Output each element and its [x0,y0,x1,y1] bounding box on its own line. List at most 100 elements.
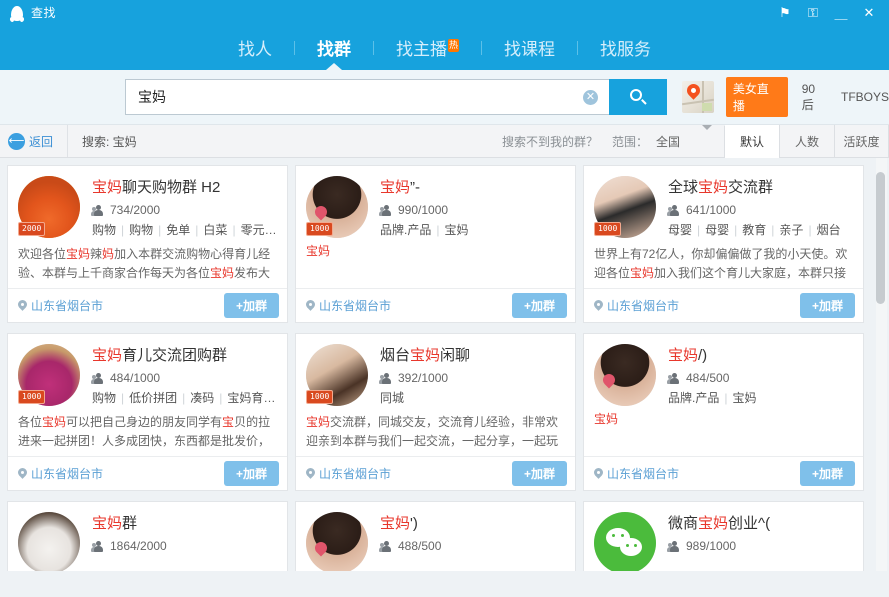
results-scrollbar-track[interactable] [876,158,887,571]
minimize-button[interactable]: ＿ [827,0,855,25]
join-group-button[interactable]: +加群 [512,293,567,318]
group-tags: 母婴|母婴|教育|亲子|烟台 [668,221,853,238]
avatar[interactable] [306,512,368,571]
back-button[interactable]: ⟵ 返回 [0,125,68,157]
hot-tag-90hou[interactable]: 90后 [802,82,827,113]
group-tag: 烟台 [817,223,841,237]
nav-tab-3[interactable]: 找课程 [482,35,577,60]
nav-tab-4[interactable]: 找服务 [578,35,673,60]
group-result-card[interactable]: 2000宝妈聊天购物群 H2734/2000购物|购物|免单|白菜|零元购 ..… [7,165,288,323]
card-top: 宝妈/)484/500品牌.产品|宝妈 [594,344,853,406]
group-title[interactable]: 宝妈育儿交流团购群 [92,344,277,365]
chevron-down-icon[interactable] [702,125,712,130]
group-title[interactable]: 宝妈/) [668,344,853,365]
avatar-circle [594,512,656,571]
group-title[interactable]: 宝妈聊天购物群 H2 [92,176,277,197]
search-field[interactable]: ✕ [125,79,609,115]
join-group-button[interactable]: +加群 [800,461,855,486]
group-result-card[interactable]: 宝妈群1864/2000 [7,501,288,571]
member-count-value: 488/500 [398,539,441,553]
avatar[interactable]: 1000 [594,176,656,238]
hot-tag-meinvzhibo[interactable]: 美女直播 [726,77,788,117]
group-title[interactable]: 宝妈') [380,512,565,533]
card-body: 宝妈/)484/500品牌.产品|宝妈宝妈 [584,334,863,456]
feedback-button[interactable]: ⚑ [771,0,799,25]
sort-tab-1[interactable]: 人数 [779,125,834,157]
avatar[interactable] [18,512,80,571]
group-result-card[interactable]: 1000宝妈育儿交流团购群484/1000购物|低价拼团|凑码|宝妈育儿...各… [7,333,288,491]
avatar[interactable]: 1000 [306,344,368,406]
avatar[interactable] [594,344,656,406]
sort-tab-0[interactable]: 默认 [724,125,779,158]
search-input[interactable] [126,80,609,114]
join-group-button[interactable]: +加群 [224,461,279,486]
location-pin-icon [306,468,315,480]
hot-tag-tfboys[interactable]: TFBOYS [841,90,889,104]
avatar[interactable]: 1000 [18,344,80,406]
location-pin-icon [18,468,27,480]
results-scrollbar-thumb[interactable] [876,172,885,304]
card-body: 2000宝妈聊天购物群 H2734/2000购物|购物|免单|白菜|零元购 ..… [8,166,287,288]
avatar-circle [594,344,656,406]
card-body: 1000全球宝妈交流群641/1000母婴|母婴|教育|亲子|烟台世界上有72亿… [584,166,863,288]
card-meta: 宝妈育儿交流团购群484/1000购物|低价拼团|凑码|宝妈育儿... [92,344,277,406]
scope-label: 范围： [612,133,648,150]
group-title[interactable]: 宝妈群 [92,512,277,533]
group-result-card[interactable]: 1000全球宝妈交流群641/1000母婴|母婴|教育|亲子|烟台世界上有72亿… [583,165,864,323]
group-title[interactable]: 宝妈”- [380,176,565,197]
security-button[interactable]: ⚿ [799,0,827,25]
avatar-circle [306,512,368,571]
group-tag: 品牌.产品 [668,391,719,405]
group-location[interactable]: 山东省烟台市 [306,297,391,314]
search-button[interactable] [609,79,667,115]
group-location[interactable]: 山东省烟台市 [18,465,103,482]
join-group-button[interactable]: +加群 [512,461,567,486]
scope-selector[interactable]: 范围： 全国 [612,125,702,157]
nav-tab-2[interactable]: 找主播热 [374,35,481,60]
card-footer: 山东省烟台市 +加群 [584,288,863,322]
close-button[interactable]: ✕ [855,0,883,25]
member-count: 989/1000 [668,539,853,553]
location-pin-icon [306,300,315,312]
people-icon [380,541,393,552]
people-icon [92,541,105,552]
cannot-find-group-link[interactable]: 搜索不到我的群？ [502,125,612,157]
join-group-button[interactable]: +加群 [800,293,855,318]
member-count-value: 641/1000 [686,203,736,217]
group-result-card[interactable]: 宝妈') 488/500 [295,501,576,571]
group-result-card[interactable]: 1000宝妈”-990/1000品牌.产品|宝妈宝妈山东省烟台市+加群 [295,165,576,323]
group-location[interactable]: 山东省烟台市 [594,297,679,314]
clear-icon[interactable]: ✕ [583,90,598,105]
nav-tab-label: 找人 [238,40,272,59]
nav-tab-1[interactable]: 找群 [295,35,373,60]
group-tag: 亲子 [779,223,803,237]
card-body: 微商宝妈创业^( 989/1000 [584,502,863,571]
member-count: 484/500 [668,371,853,385]
group-tag: 宝妈 [732,391,756,405]
card-meta: 宝妈”-990/1000品牌.产品|宝妈 [380,176,565,238]
avatar[interactable] [594,512,656,571]
avatar[interactable]: 2000 [18,176,80,238]
group-location[interactable]: 山东省烟台市 [18,297,103,314]
search-echo: 搜索: 宝妈 [68,125,137,157]
group-location[interactable]: 山东省烟台市 [306,465,391,482]
group-result-card[interactable]: 1000烟台宝妈闲聊392/1000同城宝妈交流群，同城交友，交流育儿经验，非常… [295,333,576,491]
group-title[interactable]: 微商宝妈创业^( [668,512,853,533]
group-location[interactable]: 山东省烟台市 [594,465,679,482]
back-label: 返回 [29,133,53,150]
group-title[interactable]: 烟台宝妈闲聊 [380,344,565,365]
avatar[interactable]: 1000 [306,176,368,238]
search-row: ✕ 美女直播 90后 TFBOYS [0,70,889,125]
sort-tab-2[interactable]: 活跃度 [834,125,889,157]
card-top: 微商宝妈创业^( 989/1000 [594,512,853,571]
group-title[interactable]: 全球宝妈交流群 [668,176,853,197]
capacity-badge: 1000 [306,390,333,404]
group-result-card[interactable]: 微商宝妈创业^( 989/1000 [583,501,864,571]
results-area: 2000宝妈聊天购物群 H2734/2000购物|购物|免单|白菜|零元购 ..… [0,158,889,571]
group-result-card[interactable]: 宝妈/)484/500品牌.产品|宝妈宝妈山东省烟台市+加群 [583,333,864,491]
nav-tab-0[interactable]: 找人 [216,35,294,60]
group-tag: 教育 [742,223,766,237]
group-tags: 购物|购物|免单|白菜|零元购 ... [92,221,277,238]
join-group-button[interactable]: +加群 [224,293,279,318]
map-pin-icon[interactable] [682,81,714,113]
